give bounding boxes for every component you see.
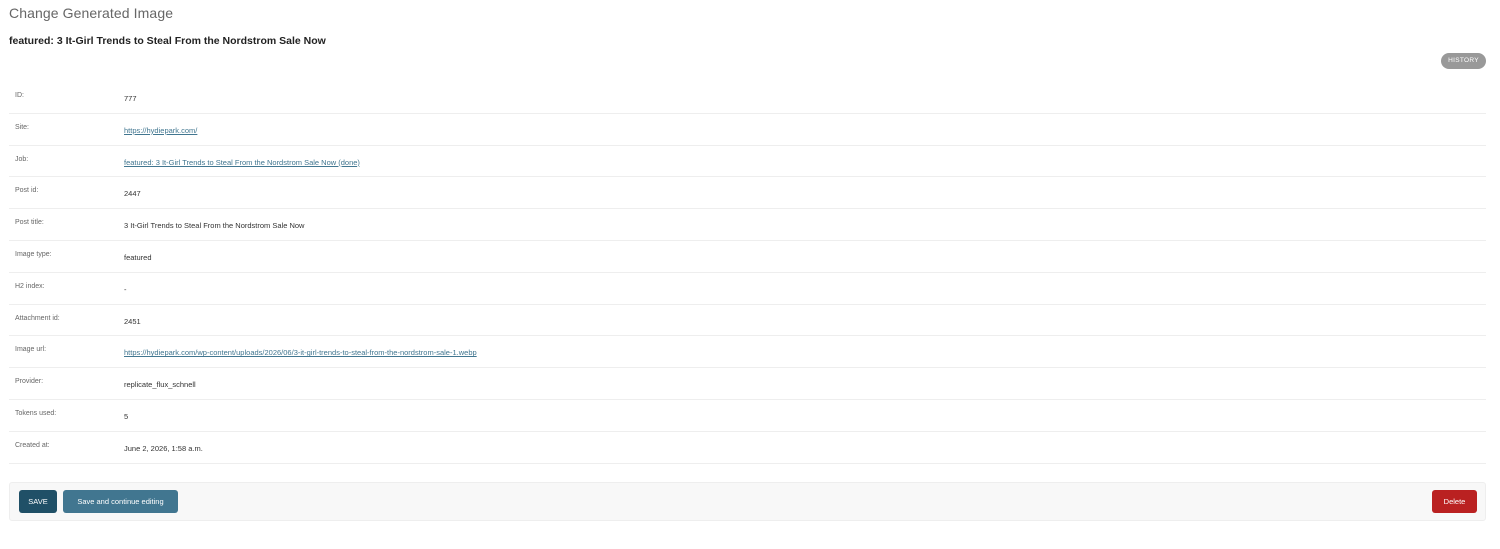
submit-row: SAVE Save and continue editing Delete	[9, 482, 1486, 521]
field-label: Site:	[15, 123, 30, 131]
field-value: featured	[124, 252, 152, 262]
history-button[interactable]: HISTORY	[1441, 53, 1486, 69]
field-label: Tokens used:	[15, 409, 57, 417]
field-row: Image type: featured	[9, 241, 1486, 273]
field-value: 777	[124, 94, 137, 103]
field-value: June 2, 2026, 1:58 a.m.	[124, 443, 203, 453]
field-row: Job: featured: 3 It-Girl Trends to Steal …	[9, 146, 1486, 178]
field-row: Post title: 3 It-Girl Trends to Steal Fro…	[9, 209, 1486, 241]
save-button[interactable]: SAVE	[19, 490, 57, 513]
field-value: https://hydiepark.com/wp-content/uploads…	[124, 348, 477, 357]
delete-button[interactable]: Delete	[1432, 490, 1477, 513]
field-label: Image type:	[15, 250, 52, 258]
field-value: https://hydiepark.com/	[124, 126, 197, 135]
field-label: ID:	[15, 92, 24, 99]
field-value: featured: 3 It-Girl Trends to Steal From…	[124, 158, 360, 167]
page-title: Change Generated Image	[9, 5, 174, 21]
field-row: Attachment id: 2451	[9, 305, 1486, 337]
field-row: Created at: June 2, 2026, 1:58 a.m.	[9, 432, 1486, 464]
field-value: replicate_flux_schnell	[124, 380, 196, 390]
admin-change-form: Change Generated Image featured: 3 It-Gi…	[0, 0, 1500, 549]
field-label: Job:	[15, 155, 29, 163]
field-row: Post id: 2447	[9, 177, 1486, 210]
field-label: Image url:	[15, 346, 47, 354]
field-value: -	[124, 284, 127, 294]
field-row: Site: https://hydiepark.com/	[9, 114, 1486, 146]
field-value: 2451	[124, 316, 141, 326]
field-label: Provider:	[15, 378, 44, 386]
field-row: ID: 777	[9, 82, 1486, 114]
field-value: 2447	[124, 189, 141, 199]
field-value-link[interactable]: https://hydiepark.com/wp-content/uploads…	[124, 348, 477, 357]
field-value-link[interactable]: featured: 3 It-Girl Trends to Steal From…	[124, 158, 360, 167]
field-row: Provider: replicate_flux_schnell	[9, 368, 1486, 400]
field-label: Created at:	[15, 441, 50, 449]
field-value: 5	[124, 411, 129, 421]
field-label: Attachment id:	[15, 314, 60, 322]
object-title: featured: 3 It-Girl Trends to Steal From…	[9, 35, 326, 47]
field-row: Image url: https://hydiepark.com/wp-conte…	[9, 336, 1486, 369]
save-and-continue-button[interactable]: Save and continue editing	[63, 490, 178, 513]
field-value: 3 It-Girl Trends to Steal From the Nords…	[124, 221, 305, 231]
field-row: Tokens used: 5	[9, 400, 1486, 432]
field-label: Post title:	[15, 219, 44, 227]
field-value-link[interactable]: https://hydiepark.com/	[124, 126, 197, 135]
field-label: H2 index:	[15, 282, 45, 290]
field-list: ID: 777 Site: https://hydiepark.com/Job: fea…	[9, 82, 1486, 464]
field-label: Post id:	[15, 187, 39, 195]
field-row: H2 index: -	[9, 273, 1486, 305]
